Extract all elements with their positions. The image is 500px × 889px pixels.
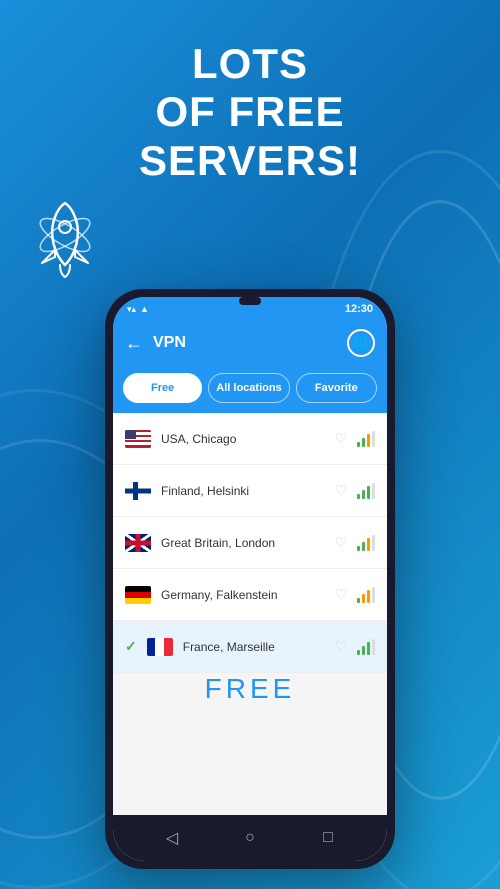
server-item-france[interactable]: ✓ France, Marseille ♡: [113, 621, 387, 673]
headline-line3: servers!: [139, 137, 361, 184]
wifi-icon: ▲: [140, 304, 149, 314]
server-item-germany[interactable]: Germany, Falkenstein ♡: [113, 569, 387, 621]
tab-all-locations[interactable]: All locations: [208, 373, 289, 403]
favorite-icon-finland[interactable]: ♡: [334, 482, 347, 499]
signal-finland: [357, 483, 375, 499]
server-item-usa[interactable]: USA, Chicago ♡: [113, 413, 387, 465]
phone-mockup: ▾▴ ▲ 12:30 ← VPN 🌐 Free All locations Fa…: [105, 289, 395, 869]
server-name-germany: Germany, Falkenstein: [161, 588, 324, 602]
nav-home-icon: ○: [245, 829, 255, 847]
nav-recent-icon: □: [323, 829, 333, 847]
camera-notch: [239, 297, 261, 305]
signal-usa: [357, 431, 375, 447]
flag-uk: [125, 534, 151, 552]
status-time: 12:30: [345, 303, 373, 315]
tab-bar: Free All locations Favorite: [113, 365, 387, 413]
tab-favorite[interactable]: Favorite: [296, 373, 377, 403]
headline: Lots of free servers!: [0, 30, 500, 195]
favorite-icon-usa[interactable]: ♡: [334, 430, 347, 447]
status-icons-left: ▾▴ ▲: [127, 304, 149, 315]
tab-free[interactable]: Free: [123, 373, 202, 403]
globe-icon: 🌐: [352, 335, 369, 352]
globe-button[interactable]: 🌐: [347, 329, 375, 357]
favorite-icon-france[interactable]: ♡: [334, 638, 347, 655]
signal-france: [357, 639, 375, 655]
phone-outer: ▾▴ ▲ 12:30 ← VPN 🌐 Free All locations Fa…: [105, 289, 395, 869]
nav-recent-button[interactable]: □: [318, 828, 338, 848]
app-title: VPN: [153, 334, 347, 352]
server-name-finland: Finland, Helsinki: [161, 484, 324, 498]
server-item-uk[interactable]: Great Britain, London ♡: [113, 517, 387, 569]
headline-line1: Lots: [192, 40, 308, 87]
free-area: FREE: [113, 673, 387, 705]
signal-uk: [357, 535, 375, 551]
headline-line2: of free: [155, 88, 344, 135]
flag-finland: [125, 482, 151, 500]
flag-germany: [125, 586, 151, 604]
server-name-uk: Great Britain, London: [161, 536, 324, 550]
server-name-france: France, Marseille: [183, 640, 325, 654]
free-label: FREE: [205, 673, 296, 705]
signal-icon: ▾▴: [127, 304, 136, 315]
signal-germany: [357, 587, 375, 603]
rocket-icon: [20, 195, 110, 285]
back-button[interactable]: ←: [125, 333, 143, 354]
flag-usa: [125, 430, 151, 448]
server-list: USA, Chicago ♡ Finland, Helsin: [113, 413, 387, 815]
app-bar: ← VPN 🌐: [113, 321, 387, 365]
nav-back-button[interactable]: ◁: [162, 828, 182, 848]
server-name-usa: USA, Chicago: [161, 432, 324, 446]
nav-back-icon: ◁: [166, 828, 178, 848]
flag-france: [147, 638, 173, 656]
favorite-icon-germany[interactable]: ♡: [334, 586, 347, 603]
bottom-nav: ◁ ○ □: [113, 815, 387, 861]
selected-check-icon: ✓: [125, 638, 137, 655]
nav-home-button[interactable]: ○: [240, 828, 260, 848]
favorite-icon-uk[interactable]: ♡: [334, 534, 347, 551]
phone-screen: ▾▴ ▲ 12:30 ← VPN 🌐 Free All locations Fa…: [113, 297, 387, 861]
server-item-finland[interactable]: Finland, Helsinki ♡: [113, 465, 387, 517]
